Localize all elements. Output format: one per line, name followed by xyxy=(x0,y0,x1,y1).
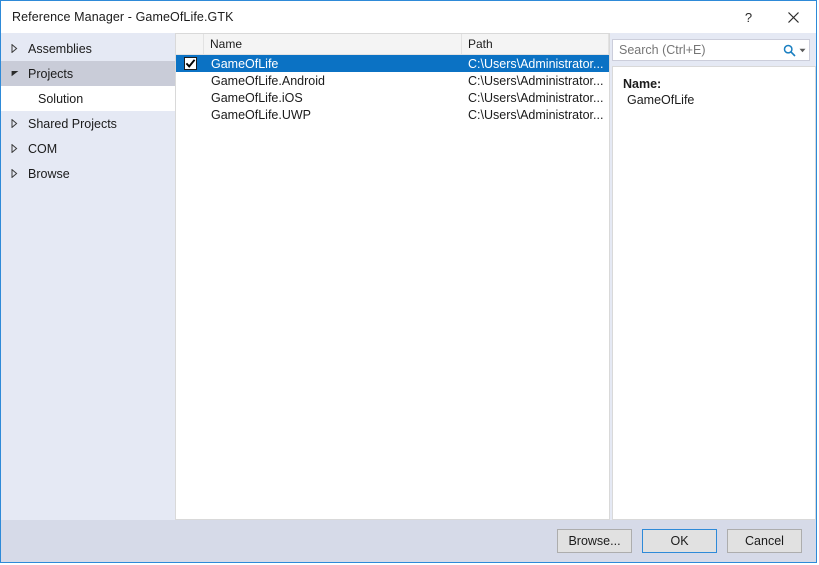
column-header-path[interactable]: Path xyxy=(462,34,609,54)
row-name: GameOfLife.iOS xyxy=(211,90,303,105)
checkbox-checked-icon[interactable] xyxy=(183,57,197,70)
dialog-footer: Browse... OK Cancel xyxy=(1,520,816,562)
row-path: C:\Users\Administrator... xyxy=(468,56,604,71)
chevron-right-icon xyxy=(11,169,24,178)
sidebar-item-label: Projects xyxy=(28,66,74,81)
sidebar-item-label: Assemblies xyxy=(28,41,92,56)
detail-name-label: Name: xyxy=(623,77,662,91)
row-name: GameOfLife.Android xyxy=(211,73,325,88)
sidebar-item-label: Shared Projects xyxy=(28,116,117,131)
row-checkbox-cell[interactable] xyxy=(176,57,204,70)
row-checkbox-cell[interactable] xyxy=(176,74,204,87)
table-row[interactable]: GameOfLife.Android C:\Users\Administrato… xyxy=(176,72,609,89)
row-checkbox-cell[interactable] xyxy=(176,108,204,121)
detail-pane: Name: GameOfLife xyxy=(612,66,816,520)
chevron-right-icon xyxy=(11,119,24,128)
search-box[interactable] xyxy=(612,39,810,61)
sidebar-item-label: Solution xyxy=(38,91,84,106)
search-icon xyxy=(783,44,796,57)
title-bar: Reference Manager - GameOfLife.GTK ? xyxy=(1,1,816,33)
close-button[interactable] xyxy=(771,1,816,33)
row-checkbox-cell[interactable] xyxy=(176,91,204,104)
sidebar-item-projects[interactable]: Projects xyxy=(1,61,175,86)
row-path: C:\Users\Administrator... xyxy=(468,73,604,88)
chevron-down-icon xyxy=(799,48,805,52)
search-input[interactable] xyxy=(613,42,779,58)
question-mark-icon: ? xyxy=(744,9,753,25)
table-row[interactable]: GameOfLife.iOS C:\Users\Administrator... xyxy=(176,89,609,106)
reference-manager-dialog: Reference Manager - GameOfLife.GTK ? Ass… xyxy=(0,0,817,563)
chevron-right-icon xyxy=(11,144,24,153)
sidebar: Assemblies Projects Solution Shared Proj… xyxy=(1,33,175,520)
ok-button[interactable]: OK xyxy=(642,529,717,553)
sidebar-item-shared-projects[interactable]: Shared Projects xyxy=(1,111,175,136)
row-path: C:\Users\Administrator... xyxy=(468,107,604,122)
right-panel: Name: GameOfLife xyxy=(610,33,816,520)
help-button[interactable]: ? xyxy=(726,1,771,33)
sidebar-item-browse[interactable]: Browse xyxy=(1,161,175,186)
column-header-name[interactable]: Name xyxy=(204,34,462,54)
reference-list: Name Path GameOfLife C:\Users\Administra… xyxy=(175,33,610,520)
window-title: Reference Manager - GameOfLife.GTK xyxy=(12,10,234,24)
row-name: GameOfLife xyxy=(211,56,279,71)
reference-list-panel: Name Path GameOfLife C:\Users\Administra… xyxy=(175,33,610,520)
sidebar-item-label: COM xyxy=(28,141,58,156)
browse-button[interactable]: Browse... xyxy=(557,529,632,553)
title-bar-buttons: ? xyxy=(726,1,816,33)
search-icon-container[interactable] xyxy=(779,44,809,57)
detail-name-value: GameOfLife xyxy=(627,93,695,107)
dialog-body: Assemblies Projects Solution Shared Proj… xyxy=(1,33,816,520)
list-header-row: Name Path xyxy=(176,34,609,55)
column-header-checkbox[interactable] xyxy=(176,34,204,54)
chevron-right-icon xyxy=(11,44,24,53)
cancel-button[interactable]: Cancel xyxy=(727,529,802,553)
table-row[interactable]: GameOfLife C:\Users\Administrator... xyxy=(176,55,609,72)
sidebar-item-label: Browse xyxy=(28,166,70,181)
close-icon xyxy=(788,11,799,23)
sidebar-item-solution[interactable]: Solution xyxy=(1,86,175,111)
row-name: GameOfLife.UWP xyxy=(211,107,312,122)
row-path: C:\Users\Administrator... xyxy=(468,90,604,105)
sidebar-item-assemblies[interactable]: Assemblies xyxy=(1,36,175,61)
chevron-down-icon xyxy=(11,70,24,77)
sidebar-item-com[interactable]: COM xyxy=(1,136,175,161)
list-body: GameOfLife C:\Users\Administrator... Gam… xyxy=(176,55,609,519)
table-row[interactable]: GameOfLife.UWP C:\Users\Administrator... xyxy=(176,106,609,123)
